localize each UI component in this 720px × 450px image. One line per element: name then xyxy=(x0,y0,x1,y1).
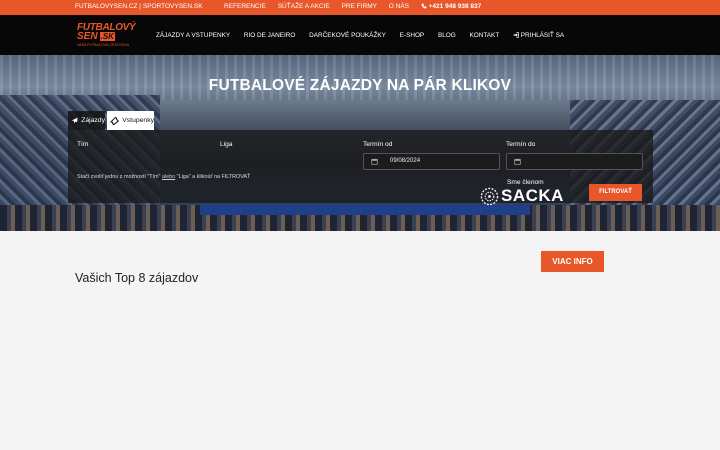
ticket-icon xyxy=(110,116,120,125)
logo-tagline: VAŠA FUTBALOVÁ CESTOVKA xyxy=(77,43,129,47)
phone-number: +421 948 938 837 xyxy=(428,3,482,10)
site-link-sportovysen[interactable]: SPORTOVYSEN.SK xyxy=(143,3,203,10)
stadium-banner-image xyxy=(200,205,530,215)
login-icon xyxy=(513,32,519,38)
date-from-value: 09/08/2024 xyxy=(390,158,421,164)
separator: | xyxy=(139,3,141,10)
top-link-o-nas[interactable]: O NÁS xyxy=(389,3,409,10)
logo-line2: SEN .SK xyxy=(77,31,115,42)
nav-item-zajazdy[interactable]: ZÁJAZDY A VSTUPENKY xyxy=(156,32,230,39)
phone-link[interactable]: +421 948 938 837 xyxy=(421,3,491,10)
phone-icon xyxy=(421,3,427,9)
site-link-cz[interactable]: FUTBALOVYSEN.CZ xyxy=(75,3,137,10)
section-title: Vašich Top 8 zájazdov xyxy=(75,271,199,285)
sacka-logo: SACKA xyxy=(480,186,566,206)
calendar-icon xyxy=(514,158,521,165)
top-link-referencie[interactable]: REFERENCIE xyxy=(224,3,266,10)
hero-section: FUTBALOVÉ ZÁJAZDY NA PÁR KLIKOV Zájazdy … xyxy=(0,55,720,231)
team-label: Tím xyxy=(77,141,89,148)
top-bar: FUTBALOVYSEN.CZ | SPORTOVYSEN.SK REFEREN… xyxy=(0,0,720,15)
globe-icon xyxy=(480,187,499,206)
league-label: Liga xyxy=(220,141,233,148)
nav-item-blog[interactable]: BLOG xyxy=(438,32,456,39)
hint-suffix: "Liga" a kliknúť na FILTROVAŤ xyxy=(176,174,251,180)
filter-hint: Stačí zvoliť jednu z možností "Tím" aleb… xyxy=(77,174,250,180)
top-link-pre-firmy[interactable]: PRE FIRMY xyxy=(342,3,377,10)
tab-zajazdy[interactable]: Zájazdy xyxy=(68,111,105,130)
date-from-input[interactable]: 09/08/2024 xyxy=(363,153,500,170)
filter-panel: Tím Liga Termín od Termín do 09/08/2024 … xyxy=(68,130,653,206)
tab-vstupenky[interactable]: Vstupenky xyxy=(107,111,154,130)
logo-tld: .SK xyxy=(99,32,115,41)
calendar-icon xyxy=(371,158,378,165)
nav-item-eshop[interactable]: E-SHOP xyxy=(400,32,425,39)
hint-prefix: Stačí zvoliť jednu z možností "Tím" xyxy=(77,174,161,180)
date-to-label: Termín do xyxy=(506,141,536,148)
top-link-sutaze[interactable]: SÚŤAŽE A AKCIE xyxy=(278,3,330,10)
nav-item-kontakt[interactable]: KONTAKT xyxy=(470,32,500,39)
sacka-text: SACKA xyxy=(501,186,564,205)
main-navbar: FUTBALOVÝ SEN .SK VAŠA FUTBALOVÁ CESTOVKA… xyxy=(0,15,720,55)
date-from-label: Termín od xyxy=(363,141,393,148)
filter-button[interactable]: FILTROVAŤ xyxy=(589,184,642,201)
nav-item-rio[interactable]: RIO DE JANEIRO xyxy=(244,32,296,39)
site-logo[interactable]: FUTBALOVÝ SEN .SK VAŠA FUTBALOVÁ CESTOVKA xyxy=(77,22,137,50)
member-label: Sme členom xyxy=(507,179,544,186)
date-to-input[interactable] xyxy=(506,153,643,170)
more-info-button[interactable]: VIAC INFO xyxy=(541,251,604,272)
hero-title: FUTBALOVÉ ZÁJAZDY NA PÁR KLIKOV xyxy=(208,77,512,94)
logo-sen: SEN xyxy=(77,31,98,42)
login-link[interactable]: PRIHLÁSIŤ SA xyxy=(513,32,576,39)
nav-item-poukazky[interactable]: DARČEKOVÉ POUKÁŽKY xyxy=(309,32,386,39)
sister-sites: FUTBALOVYSEN.CZ | SPORTOVYSEN.SK xyxy=(75,3,203,10)
tab-zajazdy-label: Zájazdy xyxy=(81,117,105,124)
main-nav: ZÁJAZDY A VSTUPENKY RIO DE JANEIRO DARČE… xyxy=(156,32,588,39)
plane-icon xyxy=(71,117,78,124)
tab-vstupenky-label: Vstupenky xyxy=(122,117,154,124)
hint-or: alebo xyxy=(161,174,176,180)
login-label: PRIHLÁSIŤ SA xyxy=(520,32,565,39)
top-links: REFERENCIE SÚŤAŽE A AKCIE PRE FIRMY O NÁ… xyxy=(224,3,501,10)
